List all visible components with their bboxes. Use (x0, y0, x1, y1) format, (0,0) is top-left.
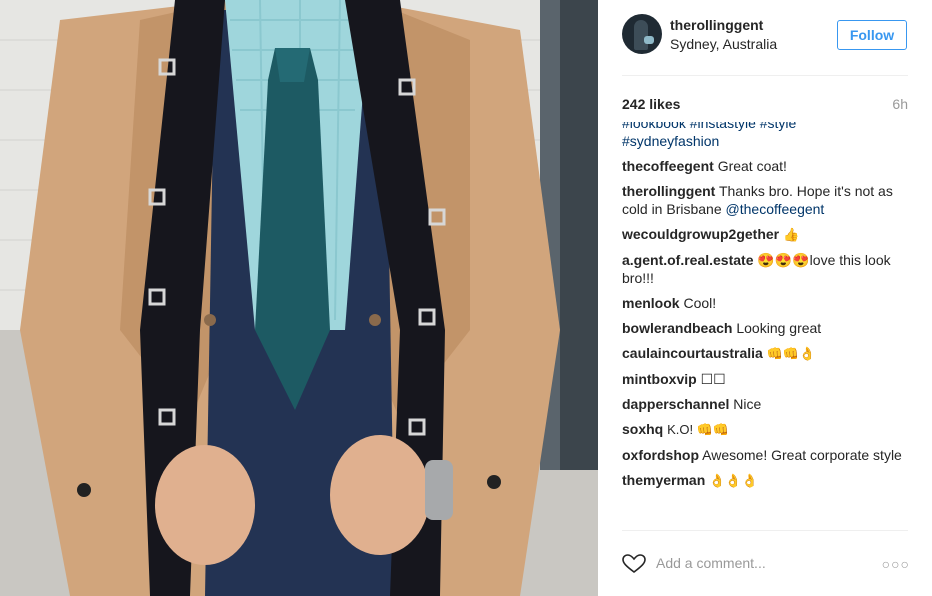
comments-scroll: #lookbook #instastyle #style #sydneyfash… (622, 122, 910, 497)
comment-mention[interactable]: @thecoffeegent (726, 201, 825, 217)
more-options-icon[interactable]: ○○○ (882, 556, 910, 572)
comment-item: bowlerandbeach Looking great (622, 319, 910, 337)
comment-text: Great coat! (717, 158, 787, 174)
comment-username[interactable]: oxfordshop (622, 447, 699, 463)
comment-item: therollinggent Thanks bro. Hope it's not… (622, 182, 910, 218)
comment-username[interactable]: therollinggent (622, 183, 715, 199)
avatar-figure (634, 20, 648, 50)
comment-username[interactable]: menlook (622, 295, 680, 311)
comment-item: menlook Cool! (622, 294, 910, 312)
comment-item: caulaincourtaustralia 👊👊👌 (622, 344, 910, 363)
avatar-accent (644, 36, 654, 44)
heart-outline-icon[interactable] (622, 554, 646, 574)
follow-button[interactable]: Follow (837, 20, 907, 50)
caption-hashtags-cut[interactable]: #lookbook #instastyle #style (622, 122, 796, 131)
comment-item: mintboxvip ☐☐ (622, 370, 910, 388)
author-username[interactable]: therollinggent (670, 17, 763, 33)
comment-item: oxfordshop Awesome! Great corporate styl… (622, 446, 910, 464)
comment-username[interactable]: mintboxvip (622, 371, 697, 387)
avatar[interactable] (622, 14, 662, 54)
comment-username[interactable]: thecoffeegent (622, 158, 714, 174)
comment-username[interactable]: caulaincourtaustralia (622, 345, 763, 361)
comment-item: soxhq K.O! 👊👊 (622, 420, 910, 439)
photo-illustration (0, 0, 598, 596)
comment-text: Cool! (683, 295, 717, 311)
comment-username[interactable]: wecouldgrowup2gether (622, 226, 779, 242)
caption-line: #lookbook #instastyle #style #sydneyfash… (622, 122, 910, 150)
comment-item: a.gent.of.real.estate 😍😍😍love this look … (622, 251, 910, 287)
comment-item: wecouldgrowup2gether 👍 (622, 225, 910, 244)
comment-item: thecoffeegent Great coat! (622, 157, 910, 175)
comment-username[interactable]: soxhq (622, 421, 663, 437)
comment-text: ☐☐ (700, 371, 726, 387)
divider (622, 530, 908, 531)
comments-list[interactable]: #lookbook #instastyle #style #sydneyfash… (622, 122, 910, 520)
comment-text: Looking great (736, 320, 822, 336)
comment-item: themyerman 👌👌👌 (622, 471, 910, 490)
divider (622, 75, 908, 76)
comment-text: Awesome! Great corporate style (702, 447, 902, 463)
comment-text: 👌👌👌 (709, 473, 758, 488)
caption-hashtag[interactable]: #sydneyfashion (622, 133, 719, 149)
add-comment-input[interactable]: Add a comment... (656, 555, 766, 571)
post-photo[interactable] (0, 0, 598, 596)
comment-text: Nice (733, 396, 762, 412)
comment-item: dapperschannel Nice (622, 395, 910, 413)
instagram-post-modal: therollinggent Sydney, Australia Follow … (0, 0, 932, 596)
comment-username[interactable]: themyerman (622, 472, 705, 488)
post-time[interactable]: 6h (892, 96, 908, 112)
comment-username[interactable]: dapperschannel (622, 396, 729, 412)
post-header: therollinggent Sydney, Australia Follow (622, 14, 908, 58)
post-details-panel: therollinggent Sydney, Australia Follow … (598, 0, 932, 596)
likes-count[interactable]: 242 likes (622, 96, 680, 112)
comment-text: K.O! 👊👊 (667, 422, 730, 437)
comment-username[interactable]: bowlerandbeach (622, 320, 732, 336)
post-location[interactable]: Sydney, Australia (670, 36, 777, 52)
comment-text: 👍 (783, 227, 800, 242)
comment-text: 👊👊👌 (766, 346, 816, 361)
comment-username[interactable]: a.gent.of.real.estate (622, 252, 754, 268)
